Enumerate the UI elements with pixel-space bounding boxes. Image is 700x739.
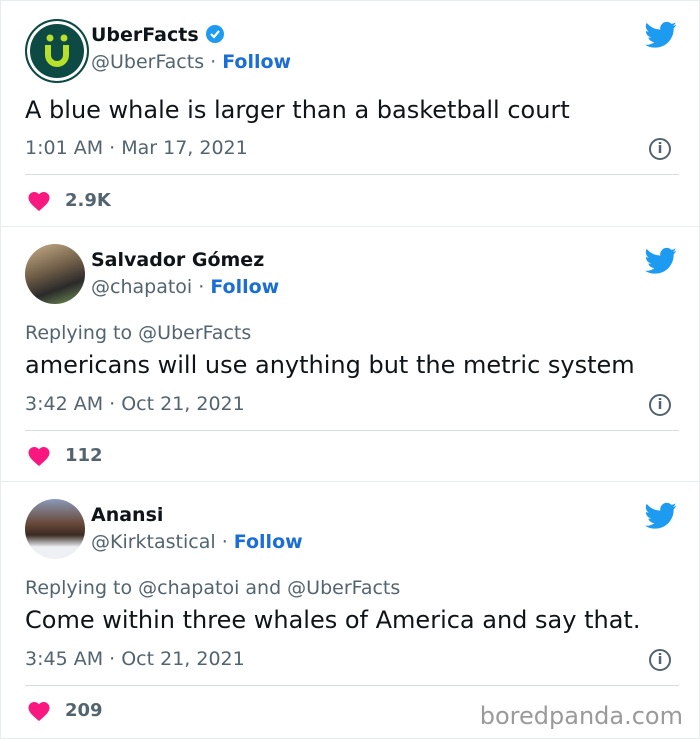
timestamp[interactable]: 1:01 AM · Mar 17, 2021 xyxy=(25,137,248,159)
watermark: boredpanda.com xyxy=(479,702,683,730)
like-count: 2.9K xyxy=(65,190,111,211)
avatar[interactable] xyxy=(25,499,85,559)
tweet-text: A blue whale is larger than a basketball… xyxy=(25,96,570,124)
divider xyxy=(25,430,679,431)
info-icon[interactable]: i xyxy=(649,138,671,160)
timestamp[interactable]: 3:42 AM · Oct 21, 2021 xyxy=(25,393,245,415)
author-handle: @Kirktastical · Follow xyxy=(91,531,303,553)
verified-badge-icon xyxy=(206,25,225,43)
follow-button[interactable]: Follow xyxy=(234,531,303,553)
author-name[interactable]: Salvador Gómez xyxy=(91,249,264,271)
heart-icon[interactable] xyxy=(27,445,51,467)
twitter-logo-icon[interactable] xyxy=(645,502,677,530)
author-name[interactable]: UberFacts xyxy=(91,24,225,46)
info-icon[interactable]: i xyxy=(649,394,671,416)
tweet-card: Salvador Gómez @chapatoi · Follow Replyi… xyxy=(0,226,700,482)
avatar[interactable] xyxy=(25,19,89,83)
twitter-logo-icon[interactable] xyxy=(645,247,677,275)
avatar[interactable] xyxy=(25,244,85,304)
tweet-card: Anansi @Kirktastical · Follow Replying t… xyxy=(0,481,700,739)
replying-to: Replying to @UberFacts xyxy=(25,322,252,344)
like-count: 112 xyxy=(65,445,103,466)
heart-icon[interactable] xyxy=(27,700,51,722)
timestamp[interactable]: 3:45 AM · Oct 21, 2021 xyxy=(25,648,245,670)
replying-to: Replying to @chapatoi and @UberFacts xyxy=(25,577,401,599)
divider xyxy=(25,685,679,686)
author-handle: @chapatoi · Follow xyxy=(91,276,280,298)
divider xyxy=(25,174,679,175)
twitter-logo-icon[interactable] xyxy=(645,21,677,49)
author-handle: @UberFacts · Follow xyxy=(91,51,292,73)
tweet-text: Come within three whales of America and … xyxy=(25,606,641,634)
follow-button[interactable]: Follow xyxy=(222,51,291,73)
author-name[interactable]: Anansi xyxy=(91,504,163,526)
info-icon[interactable]: i xyxy=(649,649,671,671)
tweet-card: UberFacts @UberFacts · Follow A blue wha… xyxy=(0,0,700,227)
heart-icon[interactable] xyxy=(27,190,51,212)
tweet-text: americans will use anything but the metr… xyxy=(25,351,635,379)
follow-button[interactable]: Follow xyxy=(210,276,279,298)
like-count: 209 xyxy=(65,700,103,721)
